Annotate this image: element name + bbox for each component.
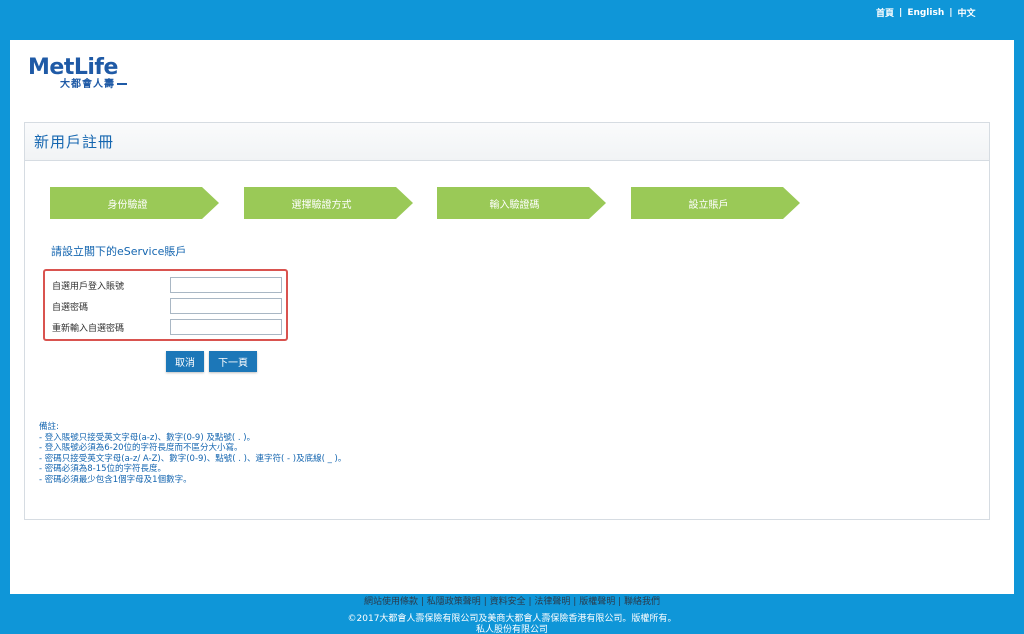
- confirm-password-input[interactable]: [170, 319, 282, 335]
- note-item: - 登入賬號只接受英文字母(a-z)、數字(0-9) 及點號( . )。: [39, 432, 256, 443]
- footer-link-contact[interactable]: 聯絡我們: [624, 597, 660, 607]
- logo-subtitle-text: 大都會人壽: [60, 79, 115, 90]
- password-label: 自選密碼: [52, 302, 89, 313]
- footer-link-security[interactable]: 資料安全: [490, 597, 526, 607]
- confirm-password-row: 重新輸入自選密碼: [52, 318, 284, 336]
- username-label: 自選用戶登入賬號: [52, 281, 125, 292]
- progress-steps: 身份驗證 選擇驗證方式 輸入驗證碼 設立賬戶: [50, 187, 810, 219]
- logo-wordmark: MetLife: [28, 55, 118, 80]
- language-links: 首頁 | English | 中文: [876, 6, 976, 20]
- english-link[interactable]: English: [907, 8, 944, 18]
- step-choose-method: 選擇驗證方式: [244, 187, 413, 219]
- account-form: 自選用戶登入賬號 自選密碼 重新輸入自選密碼: [43, 269, 288, 341]
- username-row: 自選用戶登入賬號: [52, 276, 284, 294]
- note-item: - 登入賬號必須為6-20位的字符長度而不區分大小寫。: [39, 443, 243, 453]
- copyright-line: 私人股份有限公司: [475, 625, 548, 634]
- home-link[interactable]: 首頁: [876, 6, 894, 19]
- username-input[interactable]: [170, 277, 282, 293]
- footer-copyright: ©2017大都會人壽保險有限公司及美商大都會人壽保險香港有限公司。版權所有。 私…: [0, 614, 1024, 634]
- logo-subtitle: 大都會人壽: [60, 80, 127, 90]
- step-identity: 身份驗證: [50, 187, 219, 219]
- note-item: - 密碼必須為8-15位的字符長度。: [39, 464, 167, 474]
- link-separator: |: [949, 7, 953, 18]
- step-enter-code: 輸入驗證碼: [437, 187, 606, 219]
- logo-mark-icon: [117, 83, 127, 85]
- password-row: 自選密碼: [52, 297, 284, 315]
- copyright-line: ©2017大都會人壽保險有限公司及美商大都會人壽保險香港有限公司。版權所有。: [347, 614, 677, 624]
- next-page-button[interactable]: 下一頁: [209, 351, 257, 372]
- step-set-account: 設立賬戶: [631, 187, 800, 219]
- footer-link-terms[interactable]: 網站使用條款: [364, 597, 418, 607]
- note-item: - 密碼只接受英文字母(a-z/ A-Z)、數字(0-9)、點號( . )、連字…: [39, 453, 347, 464]
- main-panel: MetLife 大都會人壽 新用戶註冊 身份驗證 選擇驗證方式 輸入驗證碼 設立…: [10, 40, 1014, 594]
- section-title: 請設立閣下的eService賬戶: [51, 245, 187, 258]
- registration-header: 新用戶註冊: [25, 123, 989, 161]
- notes: 備註: - 登入賬號只接受英文字母(a-z)、數字(0-9) 及點號( . )。…: [39, 422, 346, 485]
- password-input[interactable]: [170, 298, 282, 314]
- page-title: 新用戶註冊: [34, 133, 115, 151]
- notes-title: 備註:: [39, 422, 59, 432]
- footer-link-copyright[interactable]: 版權聲明: [579, 597, 615, 607]
- link-separator: |: [899, 7, 903, 18]
- note-item: - 密碼必須最少包含1個字母及1個數字。: [39, 474, 192, 485]
- registration-box: 新用戶註冊 身份驗證 選擇驗證方式 輸入驗證碼 設立賬戶 請設立閣下的eServ…: [24, 122, 990, 520]
- footer-link-privacy[interactable]: 私隱政策聲明: [427, 597, 481, 607]
- confirm-password-label: 重新輸入自選密碼: [52, 323, 125, 334]
- chinese-link[interactable]: 中文: [958, 6, 976, 19]
- metlife-logo[interactable]: MetLife 大都會人壽: [28, 56, 127, 90]
- footer-link-legal[interactable]: 法律聲明: [534, 597, 570, 607]
- footer-links: 網站使用條款 | 私隱政策聲明 | 資料安全 | 法律聲明 | 版權聲明 | 聯…: [0, 594, 1024, 607]
- cancel-button[interactable]: 取消: [166, 351, 204, 372]
